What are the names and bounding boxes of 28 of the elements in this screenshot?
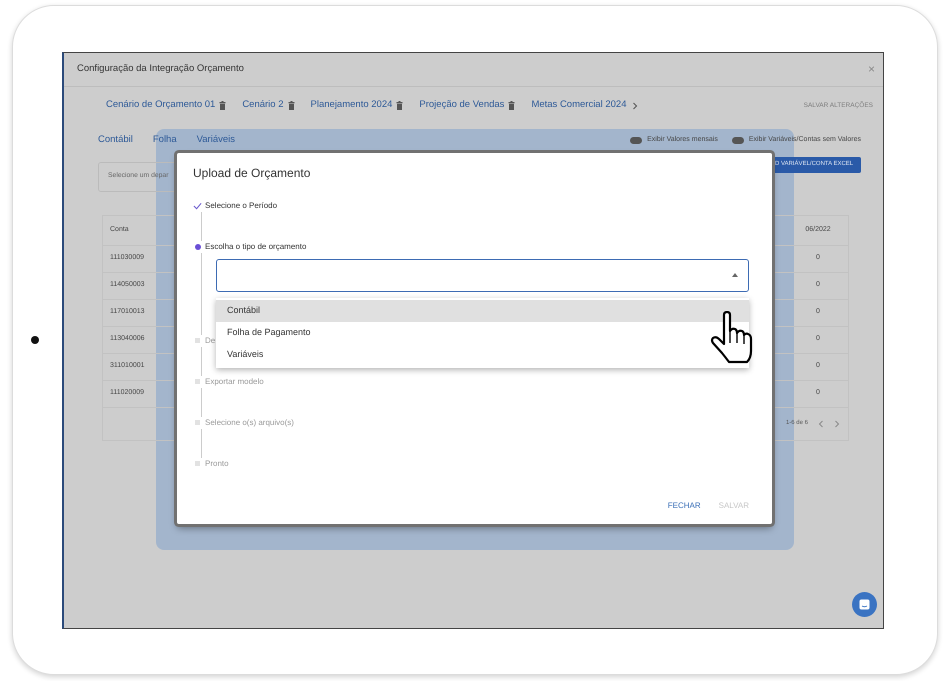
sub-tab[interactable]: Contábil xyxy=(98,133,133,148)
trash-icon[interactable] xyxy=(396,101,404,110)
scenario-tab[interactable]: Cenário 2 xyxy=(242,98,295,113)
dropdown-option[interactable]: Contábil xyxy=(216,300,749,322)
step-label: Exportar modelo xyxy=(205,376,264,388)
toggle-switch[interactable] xyxy=(630,137,642,144)
trash-icon[interactable] xyxy=(288,101,295,110)
trash-icon[interactable] xyxy=(219,101,226,110)
chat-button[interactable] xyxy=(852,592,877,616)
step-label: Selecione o Período xyxy=(205,200,278,212)
step-label: Pronto xyxy=(205,458,229,470)
chat-icon xyxy=(859,598,870,610)
chevron-right-icon[interactable] xyxy=(632,102,638,110)
sub-tab[interactable]: Variáveis xyxy=(196,133,235,148)
sub-tab[interactable]: Folha xyxy=(152,133,177,148)
close-button[interactable]: FECHAR xyxy=(668,500,701,512)
step-label: Escolha o tipo de orçamento xyxy=(205,240,306,252)
trash-icon[interactable] xyxy=(508,101,516,110)
dialog-title: Upload de Orçamento xyxy=(193,164,312,180)
scenario-tab[interactable]: Projeção de Vendas xyxy=(419,98,516,113)
step-label: Selecione o(s) arquivo(s) xyxy=(205,416,294,428)
scenario-tab[interactable]: Metas Comercial 2024 xyxy=(531,98,626,113)
camera-dot xyxy=(31,336,39,344)
window-title: Configuração da Integração Orçamento xyxy=(77,62,244,76)
scenario-tab[interactable]: Cenário de Orçamento 01 xyxy=(106,98,226,113)
scenario-tab[interactable]: Planejamento 2024 xyxy=(310,98,404,113)
type-select[interactable] xyxy=(216,258,749,292)
step-label: De xyxy=(205,334,216,346)
